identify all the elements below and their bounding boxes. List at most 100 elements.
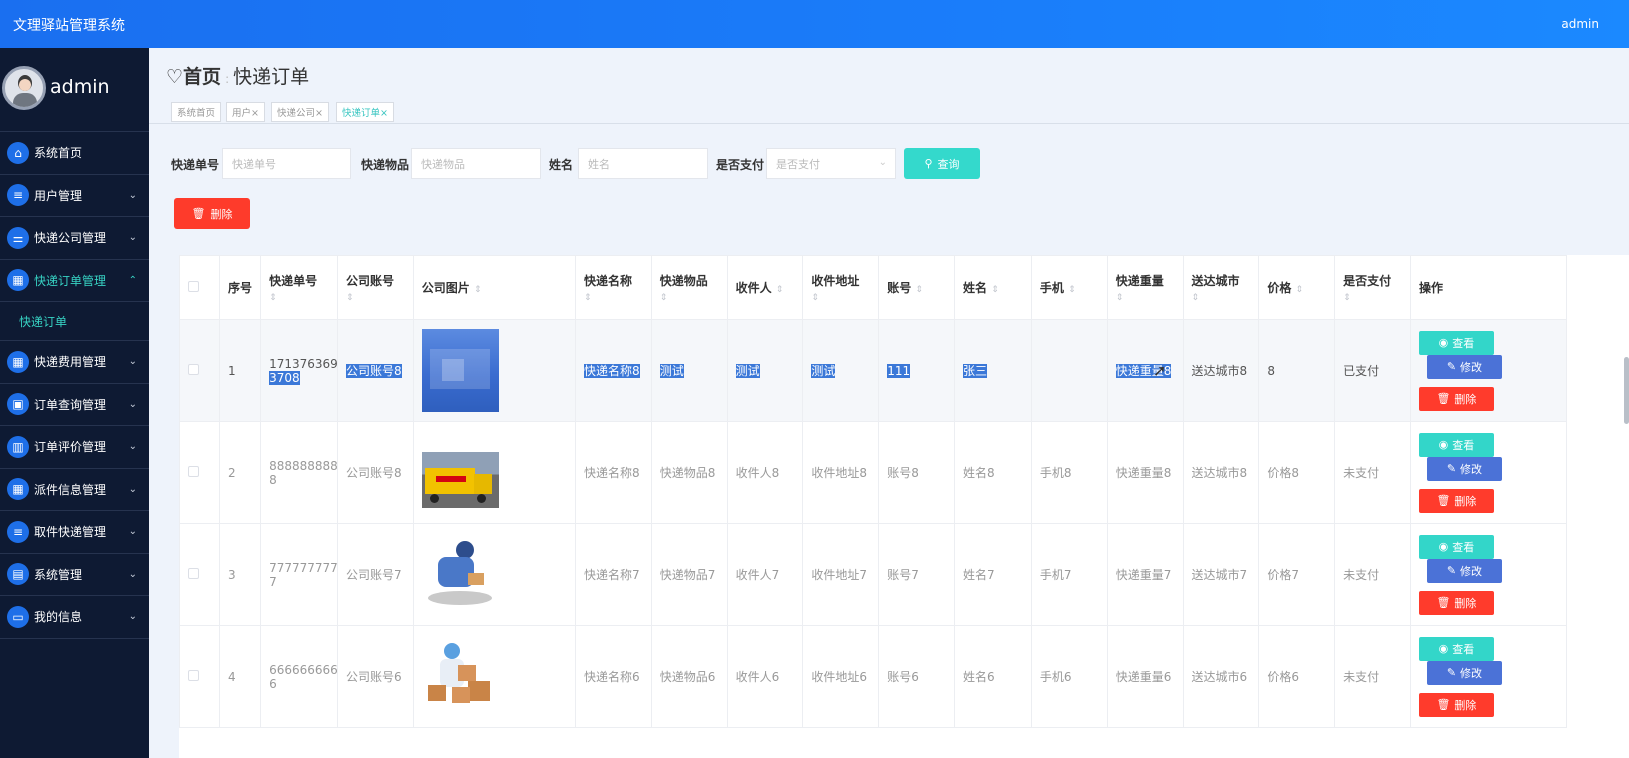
paid-status: 未支付 [1343,466,1380,480]
sidebar-item[interactable]: ▦ 快递费用管理 ⌄ [0,341,154,384]
account: 111 [887,363,911,378]
chevron-icon: ⌄ [128,232,137,244]
tracking-no-input[interactable]: 快递单号 [222,148,351,179]
header-cell[interactable]: 账号 ⇕ [878,255,955,320]
breadcrumb-current: 快递订单 [233,66,310,88]
edit-button[interactable]: ✎ 修改 [1426,354,1502,379]
sort-icon[interactable]: ⇕ [1068,285,1076,295]
header-cell[interactable]: 手机 ⇕ [1030,255,1108,320]
sidebar-item[interactable]: ≡ 取件快递管理 ⌄ [0,511,154,554]
edit-button[interactable]: ✎ 修改 [1426,660,1502,685]
header-cell: 序号 [219,255,262,320]
header-cell[interactable]: 快递名称 ⇕ [574,255,652,320]
sidebar-item[interactable]: ▥ 订单评价管理 ⌄ [0,426,154,469]
sidebar-item[interactable]: ▤ 系统管理 ⌄ [0,554,154,596]
view-button[interactable]: ◉ 查看 [1418,330,1494,355]
cell-item: 快递物品7 [650,523,728,626]
header-cell[interactable]: 快递单号 ⇕ [260,255,338,320]
tab-system-home[interactable]: 系统首页 [171,102,222,122]
tab-courier-company[interactable]: 快递公司× [271,102,329,122]
sidebar-item-label: 系统首页 [34,146,83,161]
sidebar-item[interactable]: ▦ 快递订单管理 ⌃ [0,260,154,302]
sort-icon[interactable]: ⇕ [474,285,482,295]
header-cell[interactable]: 公司账号 ⇕ [336,255,414,320]
tab-bar: 系统首页 用户× 快递公司× 快递订单× [149,100,1629,124]
delete-button[interactable]: 🗑 删除 [1418,590,1494,615]
table-row[interactable]: 3 777777777 7 公司账号7 快递名称7 快递物品7 收件人7 收件地址7 账号7 姓名… [179,523,1568,626]
chevron-icon: ⌄ [128,356,137,368]
sidebar-item-label: 快递订单管理 [34,273,107,288]
sort-icon[interactable]: ⇕ [1296,285,1304,295]
header-cell[interactable]: 快递重量 ⇕ [1106,255,1184,320]
grid-icon: ▦ [7,269,29,292]
table-row[interactable]: 4 666666666 6 公司账号6 快递名称6 快递物品6 收件人6 收件地址6 账号6 姓名… [179,625,1568,728]
chevron-icon: ⌄ [128,398,137,410]
vertical-scrollbar[interactable] [1624,357,1629,424]
search-button[interactable]: ⚲ 查询 [904,148,980,179]
sort-icon[interactable]: ⇕ [776,285,784,295]
sort-icon[interactable]: ⇕ [991,285,999,295]
sidebar-item[interactable]: ▭ 我的信息 ⌄ [0,596,154,639]
header-cell[interactable]: 收件地址 ⇕ [802,255,880,320]
sort-icon[interactable]: ⇕ [1192,293,1200,303]
row-checkbox[interactable] [179,319,221,422]
weight: 快递重量6 [1115,670,1172,684]
top-user-name[interactable]: admin [1561,17,1599,31]
edit-button[interactable]: ✎ 修改 [1426,558,1502,583]
batch-delete-label: 删除 [210,207,233,221]
table-row[interactable]: 2 888888888 8 公司账号8 快递名称8 快递物品8 收件人8 收件地址8 账号8 姓名… [179,421,1568,524]
tab-courier-order[interactable]: 快递订单× [336,102,394,122]
cell-company-image [412,421,576,524]
delete-button[interactable]: 🗑 删除 [1418,488,1494,513]
sidebar-item[interactable]: ⚌ 快递公司管理 ⌄ [0,217,154,260]
delete-button[interactable]: 🗑 删除 [1418,692,1494,717]
sidebar-item[interactable]: ≡ 用户管理 ⌄ [0,175,154,217]
header-select-all[interactable] [179,255,221,320]
sidebar-item[interactable]: ⌂ 系统首页 [0,132,154,175]
company-account: 公司账号8 [345,364,402,378]
table-row[interactable]: 1 171376369 3708 公司账号8 快递名称8 测试 测试 测试 111 张三 快递重量8… [179,319,1568,422]
sidebar-item[interactable]: ▣ 订单查询管理 ⌄ [0,384,154,426]
cell-index: 1 [219,319,262,422]
row-checkbox[interactable] [179,523,221,626]
tab-user[interactable]: 用户× [226,102,265,122]
header-cell[interactable]: 快递物品 ⇕ [650,255,728,320]
name-input[interactable]: 姓名 [578,148,708,179]
sort-icon[interactable]: ⇕ [660,293,668,303]
edit-button[interactable]: ✎ 修改 [1426,456,1502,481]
cell-tracking-no: 777777777 7 [260,523,338,626]
header-cell[interactable]: 收件人 ⇕ [726,255,804,320]
delete-button[interactable]: 🗑 删除 [1418,386,1494,411]
cell-receiver: 收件人6 [726,625,804,728]
breadcrumb-home[interactable]: 首页 [183,66,221,88]
cell-person: 姓名8 [954,421,1032,524]
sort-icon[interactable]: ⇕ [1343,293,1351,303]
sort-icon[interactable]: ⇕ [1116,293,1124,303]
sort-icon[interactable]: ⇕ [584,293,592,303]
trash-icon: 🗑 [1436,596,1451,609]
grid-icon: ▦ [7,478,29,501]
cell-price: 8 [1258,319,1336,422]
view-button[interactable]: ◉ 查看 [1418,636,1494,661]
sort-icon[interactable]: ⇕ [346,293,354,303]
avatar[interactable] [2,66,46,110]
header-cell[interactable]: 送达城市 ⇕ [1182,255,1260,320]
item-input[interactable]: 快递物品 [411,148,541,179]
header-cell[interactable]: 公司图片 ⇕ [412,255,576,320]
person-name: 姓名7 [963,568,995,582]
header-cell[interactable]: 是否支付 ⇕ [1334,255,1411,320]
header-cell[interactable]: 价格 ⇕ [1258,255,1336,320]
batch-delete-button[interactable]: 🗑 删除 [174,198,250,229]
sort-icon[interactable]: ⇕ [915,285,923,295]
view-button[interactable]: ◉ 查看 [1418,432,1494,457]
item-label: 快递物品 [361,158,410,172]
view-button[interactable]: ◉ 查看 [1418,534,1494,559]
sort-icon[interactable]: ⇕ [269,293,277,303]
sidebar-item[interactable]: ▦ 派件信息管理 ⌄ [0,469,154,511]
header-cell[interactable]: 姓名 ⇕ [954,255,1032,320]
row-checkbox[interactable] [179,625,221,728]
paid-select[interactable]: 是否支付 ⌄ [766,148,896,179]
sort-icon[interactable]: ⇕ [811,293,819,303]
row-checkbox[interactable] [179,421,221,524]
sidebar-subitem-courier-order[interactable]: 快递订单 [0,302,154,341]
